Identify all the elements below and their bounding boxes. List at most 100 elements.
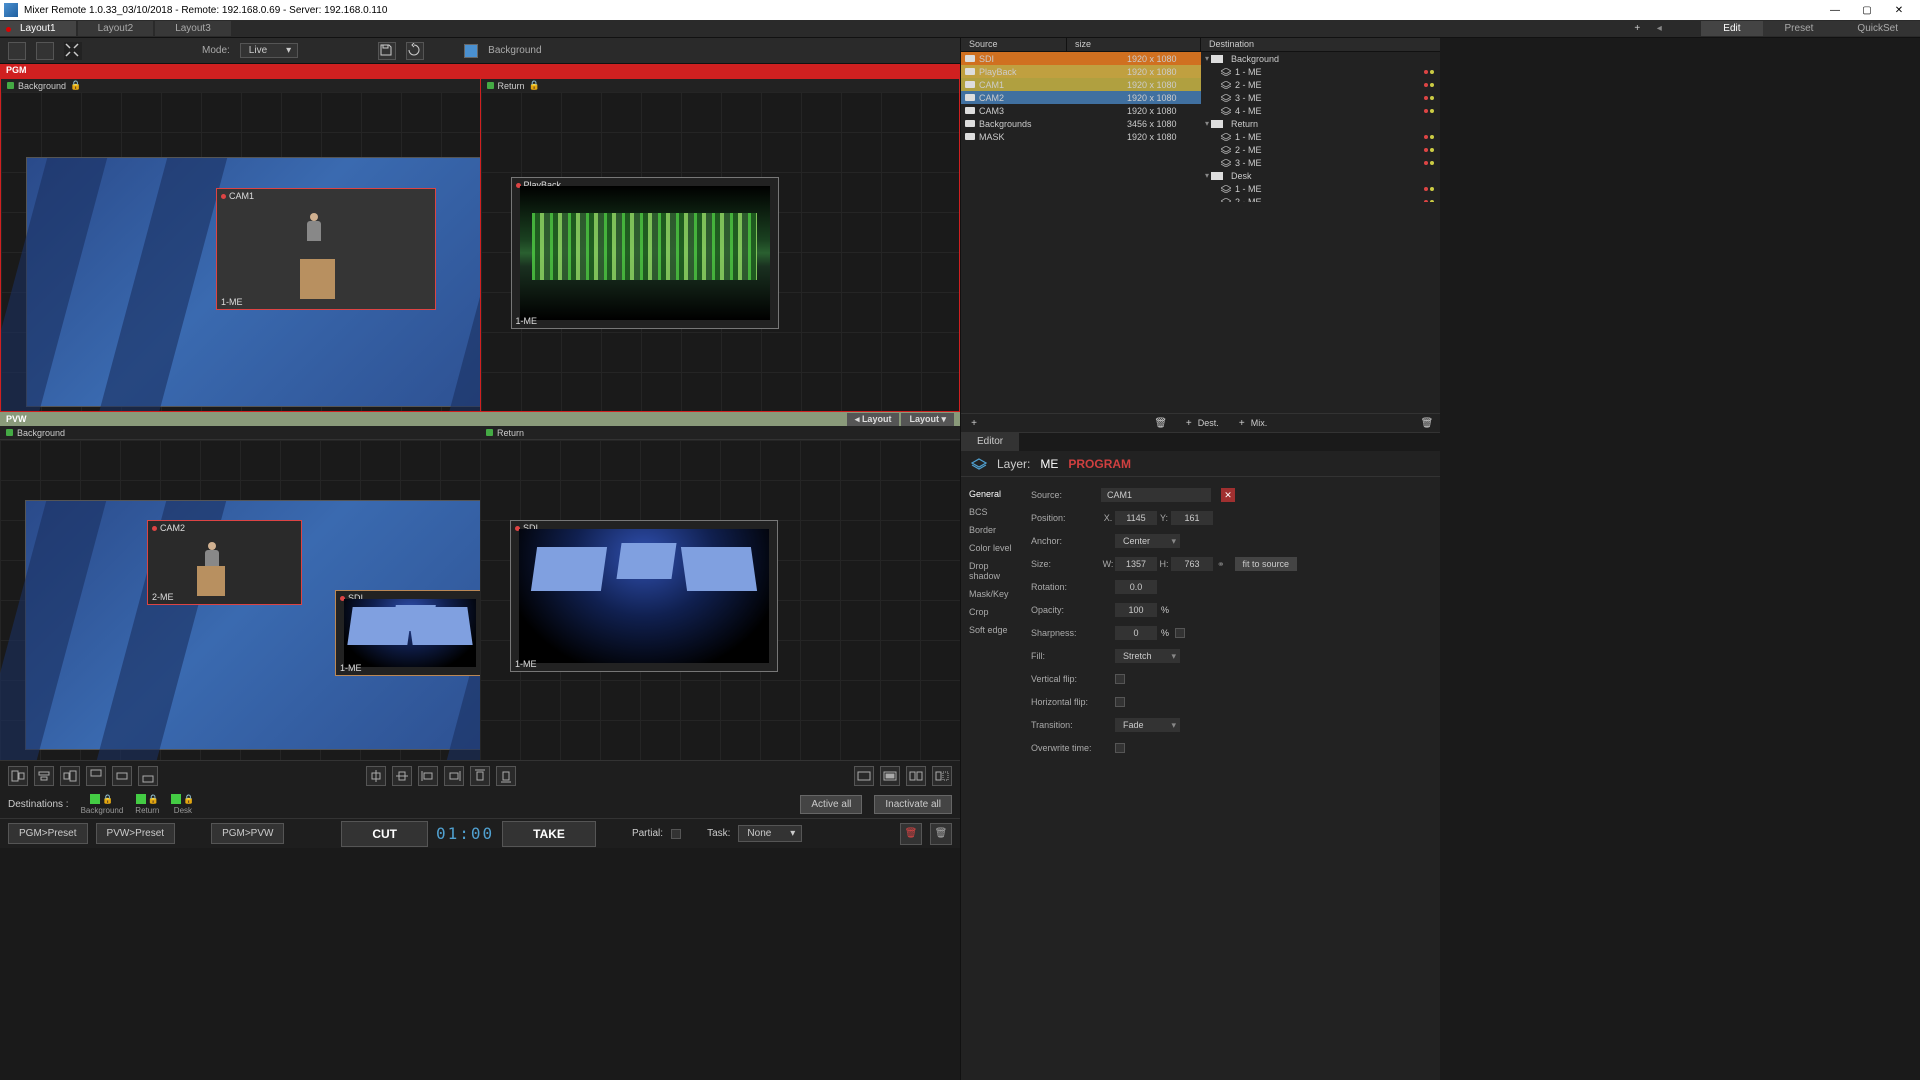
fit-2-icon[interactable] — [880, 766, 900, 786]
fit-4-icon[interactable] — [932, 766, 952, 786]
align-right-icon[interactable] — [60, 766, 80, 786]
pvw-layout-btn-1[interactable]: ◂ Layout — [847, 413, 900, 426]
opacity-input[interactable]: 100 — [1115, 603, 1157, 617]
clear-source-button[interactable]: ✕ — [1221, 488, 1235, 502]
align-top-icon[interactable] — [86, 766, 106, 786]
dest-child-row[interactable]: 1 - ME — [1201, 130, 1440, 143]
dest-child-row[interactable]: 1 - ME — [1201, 65, 1440, 78]
dest-child-row[interactable]: 1 - ME — [1201, 182, 1440, 195]
editor-nav-item[interactable]: Border — [965, 521, 1017, 539]
add-layer-button[interactable]: + — [965, 414, 983, 432]
editor-nav-item[interactable]: General — [965, 485, 1017, 503]
align-bottom-icon[interactable] — [138, 766, 158, 786]
delete-button[interactable]: 🗑 — [900, 823, 922, 845]
pvw-cam2-inset[interactable]: CAM2 2-ME — [147, 520, 302, 605]
dest-child-row[interactable]: 2 - ME — [1201, 143, 1440, 156]
dest-child-row[interactable]: 3 - ME — [1201, 91, 1440, 104]
mode-select[interactable]: Live — [240, 43, 298, 58]
fit-to-source-button[interactable]: fit to source — [1235, 557, 1298, 571]
pgm-preset-button[interactable]: PGM>Preset — [8, 823, 88, 844]
tab-edit[interactable]: Edit — [1701, 21, 1762, 36]
source-row[interactable]: PlayBack1920 x 1080 — [961, 65, 1201, 78]
pvw-preset-button[interactable]: PVW>Preset — [96, 823, 176, 844]
editor-nav-item[interactable]: Color level — [965, 539, 1017, 557]
cut-button[interactable]: CUT — [341, 821, 428, 847]
source-row[interactable]: CAM11920 x 1080 — [961, 78, 1201, 91]
add-mix-button[interactable]: + — [1233, 414, 1251, 432]
transition-select[interactable]: Fade — [1115, 718, 1180, 732]
overwrite-checkbox[interactable] — [1115, 743, 1125, 753]
pvw-left-view[interactable]: CAM2 2-ME SDI 1-ME — [0, 440, 480, 760]
pvw-sdi2-inset[interactable]: SDI 1-ME — [510, 520, 778, 672]
pgm-pvw-button[interactable]: PGM>PVW — [211, 823, 284, 844]
vflip-checkbox[interactable] — [1115, 674, 1125, 684]
dest-parent-row[interactable]: ▾Return — [1201, 117, 1440, 130]
expand-icon[interactable] — [64, 42, 82, 60]
bg-color-swatch[interactable] — [464, 44, 478, 58]
size-h-input[interactable]: 763 — [1171, 557, 1213, 571]
pvw-sdi-inset[interactable]: SDI 1-ME — [335, 590, 480, 676]
fit-1-icon[interactable] — [854, 766, 874, 786]
anchor-select[interactable]: Center — [1115, 534, 1180, 548]
size-w-input[interactable]: 1357 — [1115, 557, 1157, 571]
align-center-h-icon[interactable] — [34, 766, 54, 786]
refresh-icon[interactable] — [406, 42, 424, 60]
layout-tab-2[interactable]: Layout2 — [78, 21, 154, 36]
add-dest-button[interactable]: + — [1180, 414, 1198, 432]
dest-child-row[interactable]: 3 - ME — [1201, 156, 1440, 169]
inactivate-all-button[interactable]: Inactivate all — [874, 795, 952, 814]
editor-nav-item[interactable]: Crop — [965, 603, 1017, 621]
pos-y-input[interactable]: 161 — [1171, 511, 1213, 525]
pvw-right-view[interactable]: SDI 1-ME — [480, 440, 960, 760]
sharpness-checkbox[interactable] — [1175, 628, 1185, 638]
distribute-2-icon[interactable] — [392, 766, 412, 786]
dest-child-row[interactable]: 2 - ME — [1201, 195, 1440, 202]
partial-checkbox[interactable] — [671, 829, 681, 839]
hflip-checkbox[interactable] — [1115, 697, 1125, 707]
dest-parent-row[interactable]: ▾Background — [1201, 52, 1440, 65]
distribute-4-icon[interactable] — [444, 766, 464, 786]
layout-tab-3[interactable]: Layout3 — [155, 21, 231, 36]
editor-nav-item[interactable]: Mask/Key — [965, 585, 1017, 603]
trash-icon-2[interactable]: 🗑 — [1418, 414, 1436, 432]
arrow-left-icon[interactable]: ◂ — [1649, 23, 1669, 34]
rotation-input[interactable]: 0.0 — [1115, 580, 1157, 594]
pgm-cam1-inset[interactable]: CAM1 1-ME — [216, 188, 436, 310]
pgm-playback-inset[interactable]: PlayBack 1-ME — [511, 177, 779, 329]
dest-child-row[interactable]: 2 - ME — [1201, 78, 1440, 91]
source-row[interactable]: SDI1920 x 1080 — [961, 52, 1201, 65]
sharpness-input[interactable]: 0 — [1115, 626, 1157, 640]
distribute-3-icon[interactable] — [418, 766, 438, 786]
add-layout-button[interactable]: + — [1627, 23, 1647, 34]
fit-3-icon[interactable] — [906, 766, 926, 786]
source-value[interactable]: CAM1 — [1101, 488, 1211, 502]
align-left-icon[interactable] — [8, 766, 28, 786]
align-middle-icon[interactable] — [112, 766, 132, 786]
distribute-6-icon[interactable] — [496, 766, 516, 786]
editor-nav-item[interactable]: Soft edge — [965, 621, 1017, 639]
layout-tab-1[interactable]: Layout1 — [0, 21, 76, 36]
distribute-1-icon[interactable] — [366, 766, 386, 786]
tab-preset[interactable]: Preset — [1763, 21, 1836, 36]
pgm-right-view[interactable]: PlayBack 1-ME — [481, 92, 961, 412]
layer-grid-icon[interactable] — [983, 414, 1001, 432]
delete-button-2[interactable]: 🗑 — [930, 823, 952, 845]
pgm-left-view[interactable]: CAM1 1-ME — [0, 92, 481, 412]
dest-return[interactable]: 🔒Return — [135, 794, 159, 815]
save-icon[interactable] — [378, 42, 396, 60]
tool-btn-1[interactable] — [8, 42, 26, 60]
source-row[interactable]: MASK1920 x 1080 — [961, 130, 1201, 143]
link-icon[interactable]: ⚭ — [1217, 559, 1225, 570]
pvw-layout-btn-2[interactable]: Layout ▾ — [901, 413, 954, 426]
source-row[interactable]: Backgrounds3456 x 1080 — [961, 117, 1201, 130]
dest-desk[interactable]: 🔒Desk — [171, 794, 194, 815]
take-button[interactable]: TAKE — [502, 821, 596, 847]
editor-nav-item[interactable]: Drop shadow — [965, 557, 1017, 585]
source-row[interactable]: CAM21920 x 1080 — [961, 91, 1201, 104]
tool-btn-2[interactable] — [36, 42, 54, 60]
fill-select[interactable]: Stretch — [1115, 649, 1180, 663]
dest-parent-row[interactable]: ▾Desk — [1201, 169, 1440, 182]
distribute-5-icon[interactable] — [470, 766, 490, 786]
editor-nav-item[interactable]: BCS — [965, 503, 1017, 521]
maximize-button[interactable]: ▢ — [1860, 5, 1874, 16]
